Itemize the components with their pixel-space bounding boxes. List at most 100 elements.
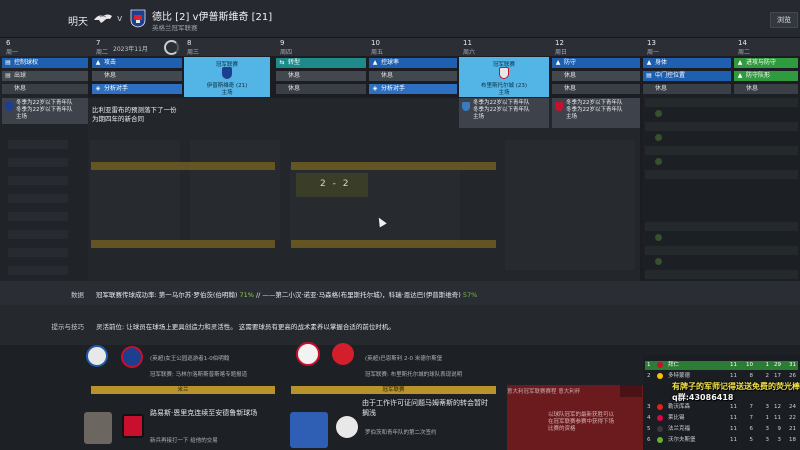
news-snippet[interactable]: 罗伯茨和青年队的第二次签约 <box>365 428 437 436</box>
session-label: 休息 <box>14 85 27 92</box>
club-crest-icon <box>462 102 470 111</box>
youth-match-notice[interactable]: 冬季为22岁以下青年队 冬季为22岁以下青年队 主场 <box>552 98 640 128</box>
rest-session-cell[interactable]: 休息 <box>276 71 366 81</box>
table-row[interactable]: 2 多特蒙德 11 8 2 17 26 <box>645 372 798 381</box>
match-day-card[interactable]: 冠军联赛 布里斯托尔城 (23) 主场 <box>459 57 549 97</box>
day-number: 10 <box>371 39 380 47</box>
category-bar <box>291 240 496 248</box>
possession-icon: ▲ <box>372 59 378 66</box>
club-crest-icon <box>655 234 662 241</box>
news-card <box>90 140 180 240</box>
club-crest-icon <box>657 373 663 379</box>
table-row[interactable]: 6 沃尔夫斯堡 11 5 3 3 18 <box>645 436 798 445</box>
training-session-cell[interactable]: ▲ 防守队形 <box>734 71 798 81</box>
table-row <box>645 122 798 131</box>
club-crest-icon <box>5 102 13 111</box>
rest-session-cell[interactable]: 休息 <box>734 84 798 94</box>
stats-text-a: 冠军联赛传球成功率: 第一乌尔苏·罗伯茨(伯明翰) <box>96 291 240 299</box>
table-row[interactable]: 4 莱比锡 11 7 1 11 22 <box>645 414 798 423</box>
training-session-cell[interactable]: ⇆ 转型 <box>276 58 366 68</box>
defensive-shape-icon: ▲ <box>737 72 743 79</box>
table-row[interactable]: 3 勒沃库森 11 7 3 12 24 <box>645 403 798 412</box>
youth-match-notice[interactable]: 冬季为22岁以下青年队 冬季为22岁以下青年队 主场 <box>2 98 88 124</box>
table-row <box>645 146 798 155</box>
training-session-cell[interactable]: ▲ 进攻与防守 <box>734 58 798 68</box>
match-day-card[interactable]: 冠军联赛 伊普斯维奇 (21) 主场 <box>184 57 270 97</box>
table-played: 11 <box>730 437 737 443</box>
defending-icon: ▲ <box>555 59 561 66</box>
news-title[interactable]: 路易斯·恩里克连续至安德鲁新球场 <box>150 408 257 418</box>
news-title[interactable]: 由于工作许可证问题马姆蒂斯的转会暂时 搁浅 <box>362 398 488 418</box>
fixture-title[interactable]: 德比 [2] v伊普斯维奇 [21] <box>152 8 272 23</box>
category-bar <box>291 162 496 170</box>
table-pos: 4 <box>647 415 651 421</box>
training-session-cell[interactable]: ▤ 控制球权 <box>2 58 88 68</box>
session-label: 休息 <box>564 85 577 92</box>
rest-session-cell[interactable]: 休息 <box>552 71 640 81</box>
session-label: 休息 <box>381 72 394 79</box>
day-weekday: 周三 <box>187 49 200 56</box>
day-number: 11 <box>463 39 472 47</box>
news-headline[interactable]: 冠军联赛: 马林尔洛斯斯普斯喀专题报道 <box>150 370 247 378</box>
ac-milan-crest-icon <box>122 414 144 438</box>
session-label: 休息 <box>288 72 301 79</box>
table-won: 8 <box>749 373 754 379</box>
day-number: 13 <box>647 39 656 47</box>
table-row[interactable]: 1 拜仁 11 10 1 29 31 <box>645 361 798 370</box>
day-weekday: 周五 <box>371 49 384 56</box>
news-headline[interactable]: 冠军联赛: 布里斯托尔城的球队表现说明 <box>365 370 462 378</box>
birmingham-crest-icon <box>121 346 143 368</box>
sidebar-item <box>8 176 68 185</box>
training-session-cell[interactable]: ▲ 控球率 <box>369 58 457 68</box>
club-crest-icon <box>655 110 662 117</box>
browse-button[interactable]: 浏览 <box>770 12 798 28</box>
rest-session-cell[interactable]: 休息 <box>276 84 366 94</box>
stream-overlay-qq: q群:43086418 <box>672 393 734 402</box>
news-headline[interactable]: (英超)巴恩斯利 2-0 米德尔斯堡 <box>365 354 442 362</box>
session-label: 休息 <box>655 85 668 92</box>
table-played: 11 <box>730 415 737 421</box>
opposition-analysis-cell[interactable]: ◈ 分析对手 <box>92 84 182 94</box>
table-won: 7 <box>749 404 754 410</box>
training-icon: ▤ <box>5 59 11 66</box>
table-row[interactable]: 5 法兰克福 11 6 3 9 21 <box>645 425 798 434</box>
club-crest-icon <box>657 426 663 432</box>
training-session-cell[interactable]: ▲ 防守 <box>552 58 640 68</box>
news-headline[interactable]: (英超)女王公园巡游者1-0伯明翰 <box>150 354 229 362</box>
training-session-cell[interactable]: ▤ 出球 <box>2 71 88 81</box>
training-session-cell[interactable]: ▲ 身体 <box>643 58 731 68</box>
match-header-bar: 明天 v 德比 [2] v伊普斯维奇 [21] 英格兰冠军联赛 浏览 <box>0 0 800 38</box>
club-crest-icon <box>555 102 563 111</box>
rest-session-cell[interactable]: 休息 <box>369 71 457 81</box>
rest-session-cell[interactable]: 休息 <box>643 84 731 94</box>
table-pos: 5 <box>647 426 651 432</box>
contract-news-message[interactable]: 比利亚雷布的预测落下了一份 为期四年的新合同 <box>92 106 182 124</box>
table-won: 7 <box>749 415 754 421</box>
month-label: 2023年11月 <box>113 46 148 53</box>
table-row <box>645 98 798 107</box>
table-row <box>645 222 798 231</box>
rest-session-cell[interactable]: 休息 <box>552 84 640 94</box>
day-weekday: 周一 <box>647 49 660 56</box>
rest-session-cell[interactable]: 休息 <box>2 84 88 94</box>
session-label: 攻击 <box>104 59 117 66</box>
category-bar <box>91 162 275 170</box>
day-weekday: 周二 <box>738 49 751 56</box>
club-crest-icon <box>655 258 662 265</box>
rest-session-cell[interactable]: 休息 <box>92 71 182 81</box>
match-venue: 主场 <box>498 90 510 96</box>
youth-match-notice[interactable]: 冬季为22岁以下青年队 冬季为22岁以下青年队 主场 <box>459 98 549 128</box>
opposition-analysis-cell[interactable]: ◈ 分析对手 <box>369 84 457 94</box>
sidebar-item <box>8 140 68 149</box>
sidebar-item <box>8 212 68 221</box>
tips-label: 提示与技巧 <box>51 323 85 331</box>
category-bar: 米兰 <box>91 386 275 394</box>
training-session-cell[interactable]: ▲ 攻击 <box>92 58 182 68</box>
analysis-icon: ◈ <box>372 85 378 92</box>
news-snippet[interactable]: 新兵再接打一下 给他的交易 <box>150 436 218 444</box>
day-number: 14 <box>738 39 747 47</box>
notice-text: 冬季为22岁以下青年队 冬季为22岁以下青年队 主场 <box>473 100 530 120</box>
transition-icon: ⇆ <box>279 59 285 66</box>
training-session-cell[interactable]: ▤ 中门控位置 <box>643 71 731 81</box>
derby-crest-icon <box>94 14 112 23</box>
